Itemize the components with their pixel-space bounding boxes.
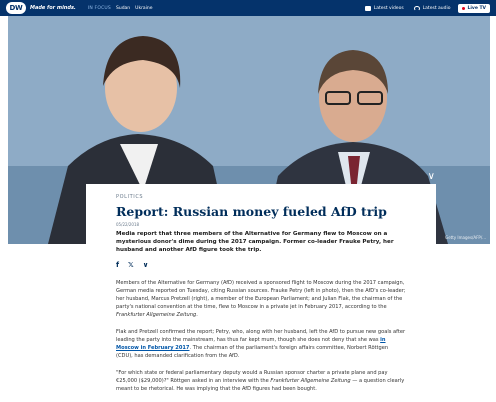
p1-text: Members of the Alternative for Germany (… (116, 279, 406, 310)
facebook-icon[interactable]: f (116, 261, 119, 269)
p1-end: . (196, 311, 198, 318)
p3-source: Frankfurter Allgemeine Zeitung (270, 377, 351, 384)
article-paragraph-3: "For which state or federal parliamentar… (116, 369, 406, 393)
chevron-down-icon[interactable]: ∨ (428, 171, 435, 182)
latest-audio-label: Latest audio (422, 5, 451, 11)
in-focus-label: IN FOCUS (87, 5, 111, 11)
p1-source: Frankfurter Allgemeine Zeitung (116, 311, 197, 318)
latest-videos-link[interactable]: Latest videos (364, 5, 404, 11)
article-card: POLITICS Report: Russian money fueled Af… (86, 184, 436, 402)
live-tv-label: Live TV (467, 5, 486, 11)
twitter-icon[interactable]: 𝕏 (128, 261, 134, 269)
video-icon (364, 5, 371, 11)
share-bar: f 𝕏 ∨ (116, 261, 406, 269)
headphones-icon (413, 5, 420, 11)
p2-text: Flak and Pretzell confirmed the report; … (116, 328, 406, 343)
top-right-menu: Latest videos Latest audio Live TV (355, 3, 490, 13)
latest-audio-link[interactable]: Latest audio (413, 5, 451, 11)
live-tv-button[interactable]: Live TV (458, 3, 490, 13)
image-credit: Getty Images/AFP/... (445, 235, 486, 240)
focus-link-ukraine[interactable]: Ukraine (135, 6, 152, 11)
article-teaser: Media report that three members of the A… (116, 231, 394, 254)
tagline: Made for minds. (30, 5, 76, 11)
latest-videos-label: Latest videos (373, 5, 404, 11)
dw-logo[interactable]: DW (6, 2, 26, 14)
article-kicker[interactable]: POLITICS (116, 194, 406, 200)
article-paragraph-1: Members of the Alternative for Germany (… (116, 279, 406, 319)
live-dot-icon (462, 6, 466, 10)
article-date: 05/22/2018 (116, 222, 140, 227)
article-paragraph-2: Flak and Pretzell confirmed the report; … (116, 328, 406, 360)
article-headline: Report: Russian money fueled AfD trip (116, 204, 387, 219)
top-navigation-bar: DW Made for minds. IN FOCUS Sudan Ukrain… (0, 0, 496, 16)
more-icon[interactable]: ∨ (143, 261, 149, 269)
focus-link-sudan[interactable]: Sudan (116, 6, 130, 11)
